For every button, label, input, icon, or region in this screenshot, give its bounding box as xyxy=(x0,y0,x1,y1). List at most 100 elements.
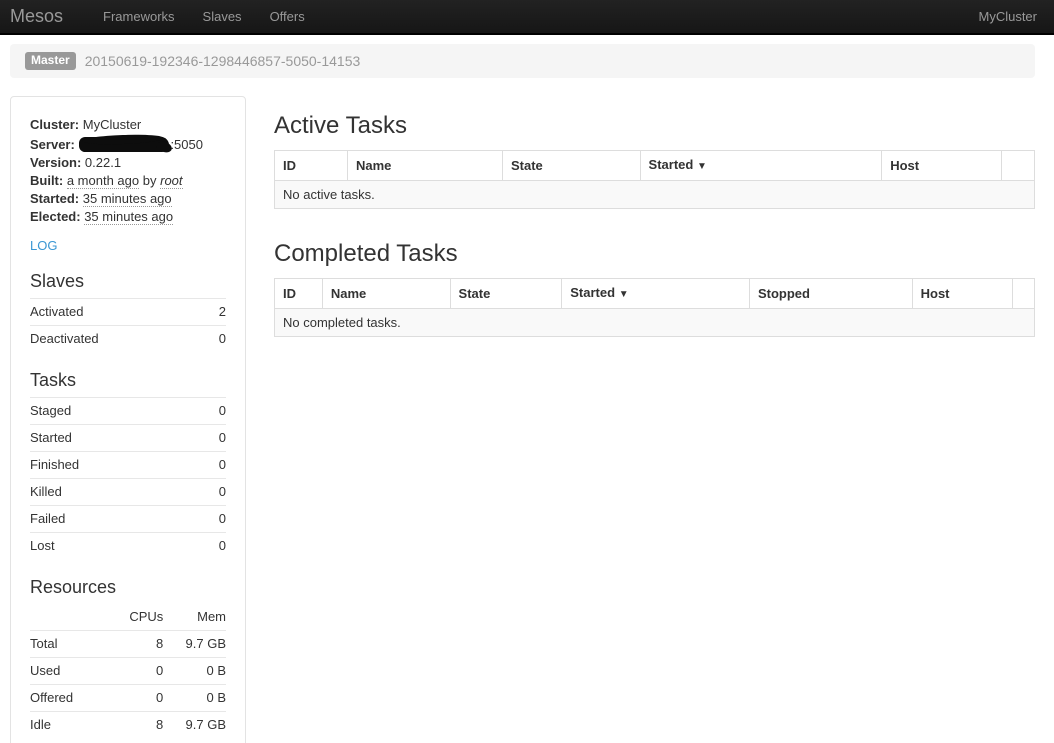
slaves-activated-value: 2 xyxy=(207,299,226,326)
redacted-server-address xyxy=(79,137,169,152)
nav-item-offers[interactable]: Offers xyxy=(256,9,319,24)
elected-info-line: Elected: 35 minutes ago xyxy=(30,208,226,226)
resources-used-label: Used xyxy=(30,658,108,685)
nav-item-frameworks[interactable]: Frameworks xyxy=(89,9,189,24)
tasks-finished-label: Finished xyxy=(30,452,201,479)
elected-label: Elected: xyxy=(30,209,81,224)
built-user: root xyxy=(160,173,182,189)
cluster-value: MyCluster xyxy=(83,117,142,132)
tasks-staged-value: 0 xyxy=(201,398,226,425)
table-row: Staged 0 xyxy=(30,398,226,425)
completed-col-started[interactable]: Started ▼ xyxy=(562,279,750,309)
completed-col-stopped[interactable]: Stopped xyxy=(749,279,912,309)
resources-idle-mem: 9.7 GB xyxy=(163,712,226,739)
tasks-started-value: 0 xyxy=(201,425,226,452)
version-info-line: Version: 0.22.1 xyxy=(30,154,226,172)
nav-item-slaves[interactable]: Slaves xyxy=(189,9,256,24)
completed-tasks-empty-row: No completed tasks. xyxy=(275,309,1035,337)
server-info-line: Server: :5050 xyxy=(30,134,226,154)
table-row: Activated 2 xyxy=(30,299,226,326)
active-col-actions xyxy=(1002,151,1035,181)
navbar: Mesos Frameworks Slaves Offers MyCluster xyxy=(0,0,1054,35)
completed-tasks-empty-message: No completed tasks. xyxy=(275,309,1035,337)
active-tasks-empty-row: No active tasks. xyxy=(275,181,1035,209)
resources-used-mem: 0 B xyxy=(163,658,226,685)
active-tasks-table: ID Name State Started ▼ Host No active t… xyxy=(274,150,1035,209)
table-row: Lost 0 xyxy=(30,533,226,560)
resources-offered-mem: 0 B xyxy=(163,685,226,712)
breadcrumb: Master 20150619-192346-1298446857-5050-1… xyxy=(10,44,1035,78)
table-row: Idle 8 9.7 GB xyxy=(30,712,226,739)
resources-header-row: CPUs Mem xyxy=(30,604,226,631)
sidebar-panel: Cluster: MyCluster Server: :5050 Version… xyxy=(10,96,246,743)
master-badge: Master xyxy=(25,52,76,70)
elected-time: 35 minutes ago xyxy=(84,209,173,225)
slaves-section-title: Slaves xyxy=(30,271,226,292)
server-label: Server: xyxy=(30,137,75,152)
brand-mesos[interactable]: Mesos xyxy=(10,6,63,27)
built-time: a month ago xyxy=(67,173,139,189)
navbar-cluster-name: MyCluster xyxy=(978,9,1037,24)
version-value: 0.22.1 xyxy=(85,155,121,170)
resources-total-label: Total xyxy=(30,631,108,658)
active-col-id[interactable]: ID xyxy=(275,151,348,181)
tasks-started-label: Started xyxy=(30,425,201,452)
server-port: :5050 xyxy=(170,137,203,152)
active-tasks-empty-message: No active tasks. xyxy=(275,181,1035,209)
completed-tasks-table: ID Name State Started ▼ Stopped Host No … xyxy=(274,278,1035,337)
completed-col-name[interactable]: Name xyxy=(322,279,450,309)
version-label: Version: xyxy=(30,155,81,170)
table-row: Total 8 9.7 GB xyxy=(30,631,226,658)
resources-idle-cpus: 8 xyxy=(108,712,163,739)
tasks-lost-label: Lost xyxy=(30,533,201,560)
tasks-killed-label: Killed xyxy=(30,479,201,506)
active-tasks-title: Active Tasks xyxy=(274,111,1035,140)
resources-cpus-header: CPUs xyxy=(108,604,163,631)
slaves-deactivated-value: 0 xyxy=(207,326,226,353)
resources-mem-header: Mem xyxy=(163,604,226,631)
log-link[interactable]: LOG xyxy=(30,238,57,253)
completed-col-host[interactable]: Host xyxy=(912,279,1012,309)
table-row: Started 0 xyxy=(30,425,226,452)
table-row: Offered 0 0 B xyxy=(30,685,226,712)
master-id: 20150619-192346-1298446857-5050-14153 xyxy=(85,53,361,69)
table-row: Finished 0 xyxy=(30,452,226,479)
completed-col-id[interactable]: ID xyxy=(275,279,323,309)
started-info-line: Started: 35 minutes ago xyxy=(30,190,226,208)
tasks-table: Staged 0 Started 0 Finished 0 Killed 0 xyxy=(30,397,226,559)
active-col-host[interactable]: Host xyxy=(882,151,1002,181)
resources-total-mem: 9.7 GB xyxy=(163,631,226,658)
cluster-label: Cluster: xyxy=(30,117,79,132)
active-tasks-header-row: ID Name State Started ▼ Host xyxy=(275,151,1035,181)
slaves-table: Activated 2 Deactivated 0 xyxy=(30,298,226,352)
started-label: Started: xyxy=(30,191,79,206)
slaves-deactivated-label: Deactivated xyxy=(30,326,207,353)
completed-col-state[interactable]: State xyxy=(450,279,562,309)
resources-blank-header xyxy=(30,604,108,631)
completed-tasks-title: Completed Tasks xyxy=(274,239,1035,268)
tasks-failed-value: 0 xyxy=(201,506,226,533)
completed-tasks-header-row: ID Name State Started ▼ Stopped Host xyxy=(275,279,1035,309)
resources-idle-label: Idle xyxy=(30,712,108,739)
built-by: by xyxy=(143,173,157,188)
resources-offered-cpus: 0 xyxy=(108,685,163,712)
completed-col-actions xyxy=(1012,279,1034,309)
resources-used-cpus: 0 xyxy=(108,658,163,685)
resources-total-cpus: 8 xyxy=(108,631,163,658)
sort-desc-icon: ▼ xyxy=(619,289,629,300)
table-row: Failed 0 xyxy=(30,506,226,533)
table-row: Deactivated 0 xyxy=(30,326,226,353)
active-col-name[interactable]: Name xyxy=(347,151,502,181)
tasks-section-title: Tasks xyxy=(30,370,226,391)
built-info-line: Built: a month ago by root xyxy=(30,172,226,190)
cluster-info-line: Cluster: MyCluster xyxy=(30,116,226,134)
table-row: Used 0 0 B xyxy=(30,658,226,685)
slaves-activated-label: Activated xyxy=(30,299,207,326)
main-content: Active Tasks ID Name State Started ▼ Hos… xyxy=(274,96,1035,337)
tasks-lost-value: 0 xyxy=(201,533,226,560)
built-label: Built: xyxy=(30,173,63,188)
sort-desc-icon: ▼ xyxy=(697,161,707,172)
active-col-state[interactable]: State xyxy=(502,151,640,181)
active-col-started[interactable]: Started ▼ xyxy=(640,151,882,181)
resources-table: CPUs Mem Total 8 9.7 GB Used 0 0 B xyxy=(30,604,226,738)
